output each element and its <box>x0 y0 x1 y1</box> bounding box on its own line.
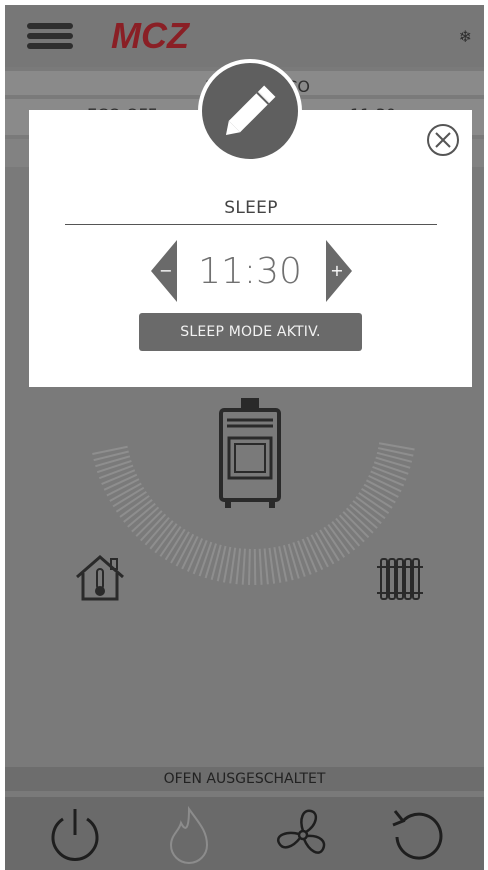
mcz-logo: MCZ <box>111 15 191 55</box>
increase-time-button[interactable]: + <box>326 240 352 302</box>
dial-tick <box>96 460 132 474</box>
svg-text:+: + <box>330 261 343 280</box>
dial-tick <box>297 540 312 575</box>
status-text: OFEN AUSGESCHALTET <box>163 771 326 787</box>
dial-tick <box>253 548 257 585</box>
dial-tick <box>229 547 237 584</box>
hamburger-icon[interactable] <box>27 23 73 49</box>
dial-tick <box>235 548 242 585</box>
dial-tick <box>241 548 246 585</box>
dial-tick <box>258 548 263 585</box>
pencil-icon-badge <box>198 59 302 163</box>
sleep-time-value: 11:30 <box>198 251 302 292</box>
dial-tick <box>273 547 282 583</box>
svg-text:−: − <box>159 261 172 280</box>
dial-tick <box>268 547 276 584</box>
sleep-mode-button[interactable]: SLEEP MODE AKTIV. <box>139 313 362 351</box>
stove-icon <box>219 398 281 508</box>
modal-divider <box>65 224 437 225</box>
dial-tick <box>198 541 213 577</box>
snowflake-icon[interactable]: ❄ <box>459 27 472 46</box>
svg-text:MCZ: MCZ <box>111 15 191 55</box>
power-icon[interactable] <box>45 805 105 865</box>
close-icon[interactable] <box>425 122 461 158</box>
radiator-icon[interactable] <box>377 553 423 603</box>
dial-tick <box>247 548 251 585</box>
dial-tick <box>292 542 306 577</box>
dial-tick <box>373 461 409 475</box>
pencil-icon <box>225 85 276 136</box>
refresh-icon[interactable] <box>387 805 447 865</box>
top-bar: MCZ ❄ <box>5 5 484 67</box>
bottom-nav <box>5 797 484 870</box>
room-temperature-icon[interactable] <box>71 553 129 603</box>
fan-icon[interactable] <box>273 805 333 865</box>
modal-title: SLEEP <box>224 198 278 218</box>
dial-tick <box>263 548 269 585</box>
flame-icon[interactable] <box>159 805 219 865</box>
status-bar: OFEN AUSGESCHALTET <box>5 767 484 791</box>
dial-tick <box>98 464 134 480</box>
decrease-time-button[interactable]: − <box>151 240 177 302</box>
